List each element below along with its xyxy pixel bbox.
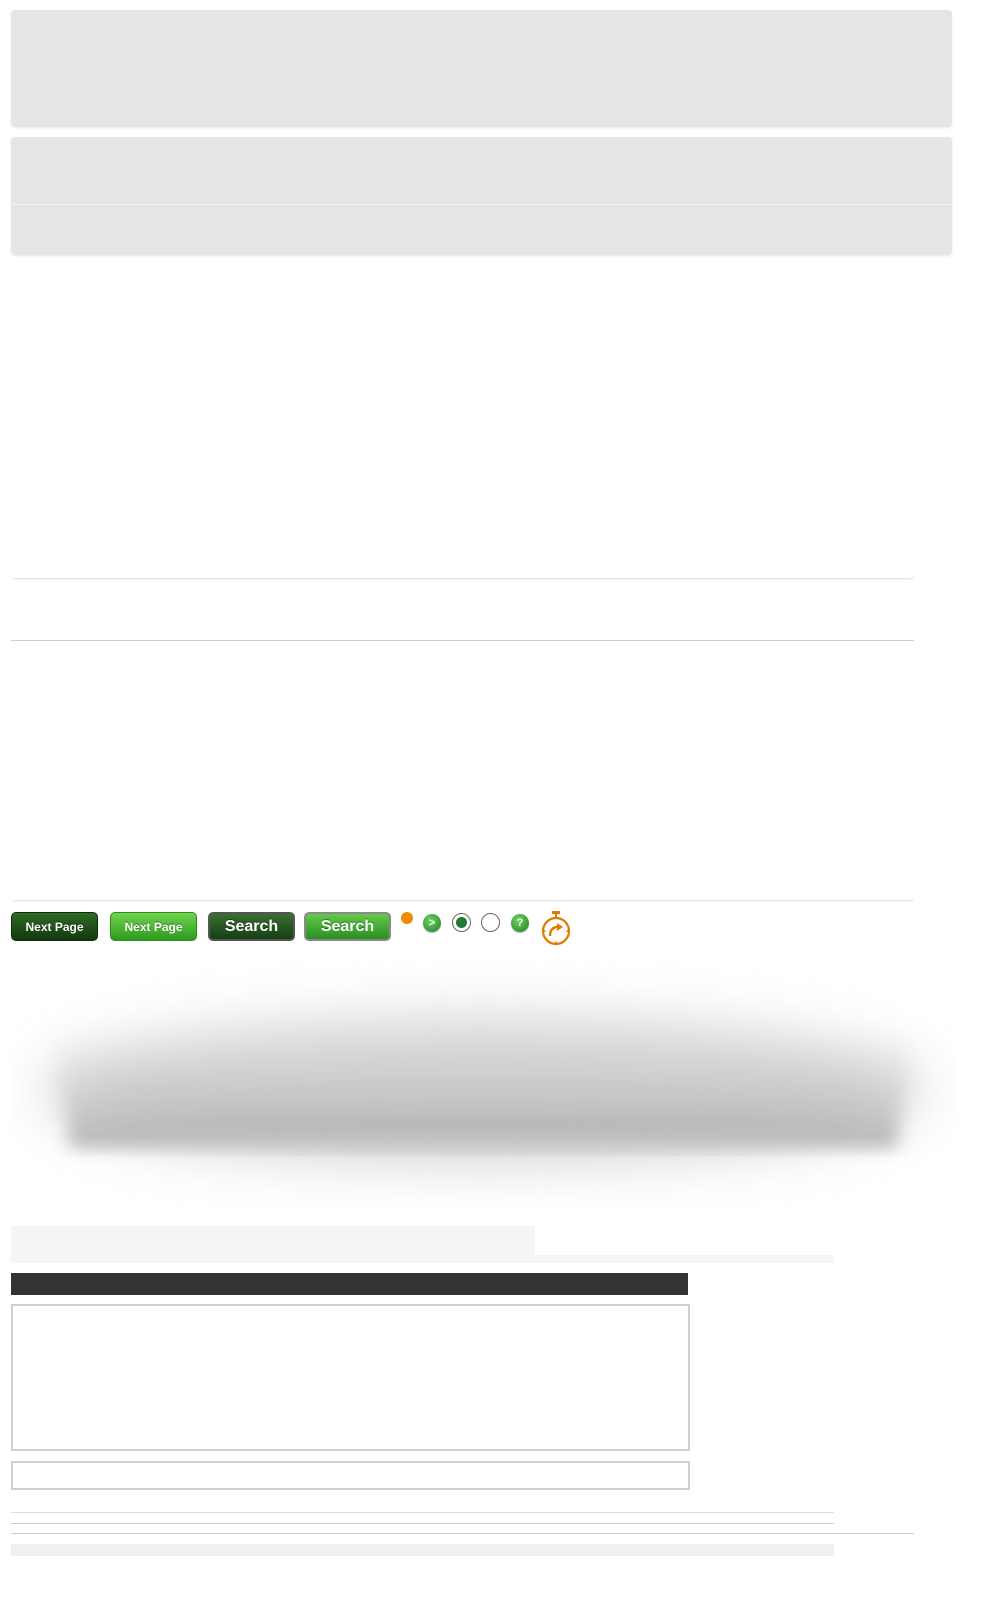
text-input-field[interactable]	[11, 1461, 690, 1490]
footer-strip	[11, 1544, 834, 1556]
title-strip	[11, 1226, 535, 1256]
message-textarea[interactable]	[11, 1304, 690, 1451]
header-panel	[11, 10, 952, 127]
orange-bullet-icon	[401, 912, 413, 924]
navigation-panel	[11, 137, 952, 255]
go-arrow-icon[interactable]: >	[423, 914, 441, 932]
form-header-bar	[11, 1273, 688, 1295]
stopwatch-redo-icon[interactable]	[539, 910, 573, 946]
next-page-button-dark[interactable]: Next Page	[11, 912, 98, 941]
radio-selected[interactable]	[452, 913, 471, 932]
help-icon[interactable]: ?	[511, 914, 529, 932]
content-box-bottom-edge-2	[11, 897, 914, 901]
divider-line	[11, 1533, 914, 1534]
search-button-dark[interactable]: Search	[208, 912, 295, 941]
content-box-bottom-edge	[11, 575, 914, 579]
navigation-divider	[11, 204, 952, 205]
radio-unselected[interactable]	[481, 913, 500, 932]
title-strip-underline	[11, 1255, 834, 1263]
divider-line	[11, 1523, 834, 1524]
divider-line	[11, 1512, 834, 1513]
search-button-green[interactable]: Search	[304, 912, 391, 941]
page-drop-shadow	[43, 1010, 923, 1160]
horizontal-rule	[11, 640, 914, 641]
next-page-button-green[interactable]: Next Page	[110, 912, 197, 941]
